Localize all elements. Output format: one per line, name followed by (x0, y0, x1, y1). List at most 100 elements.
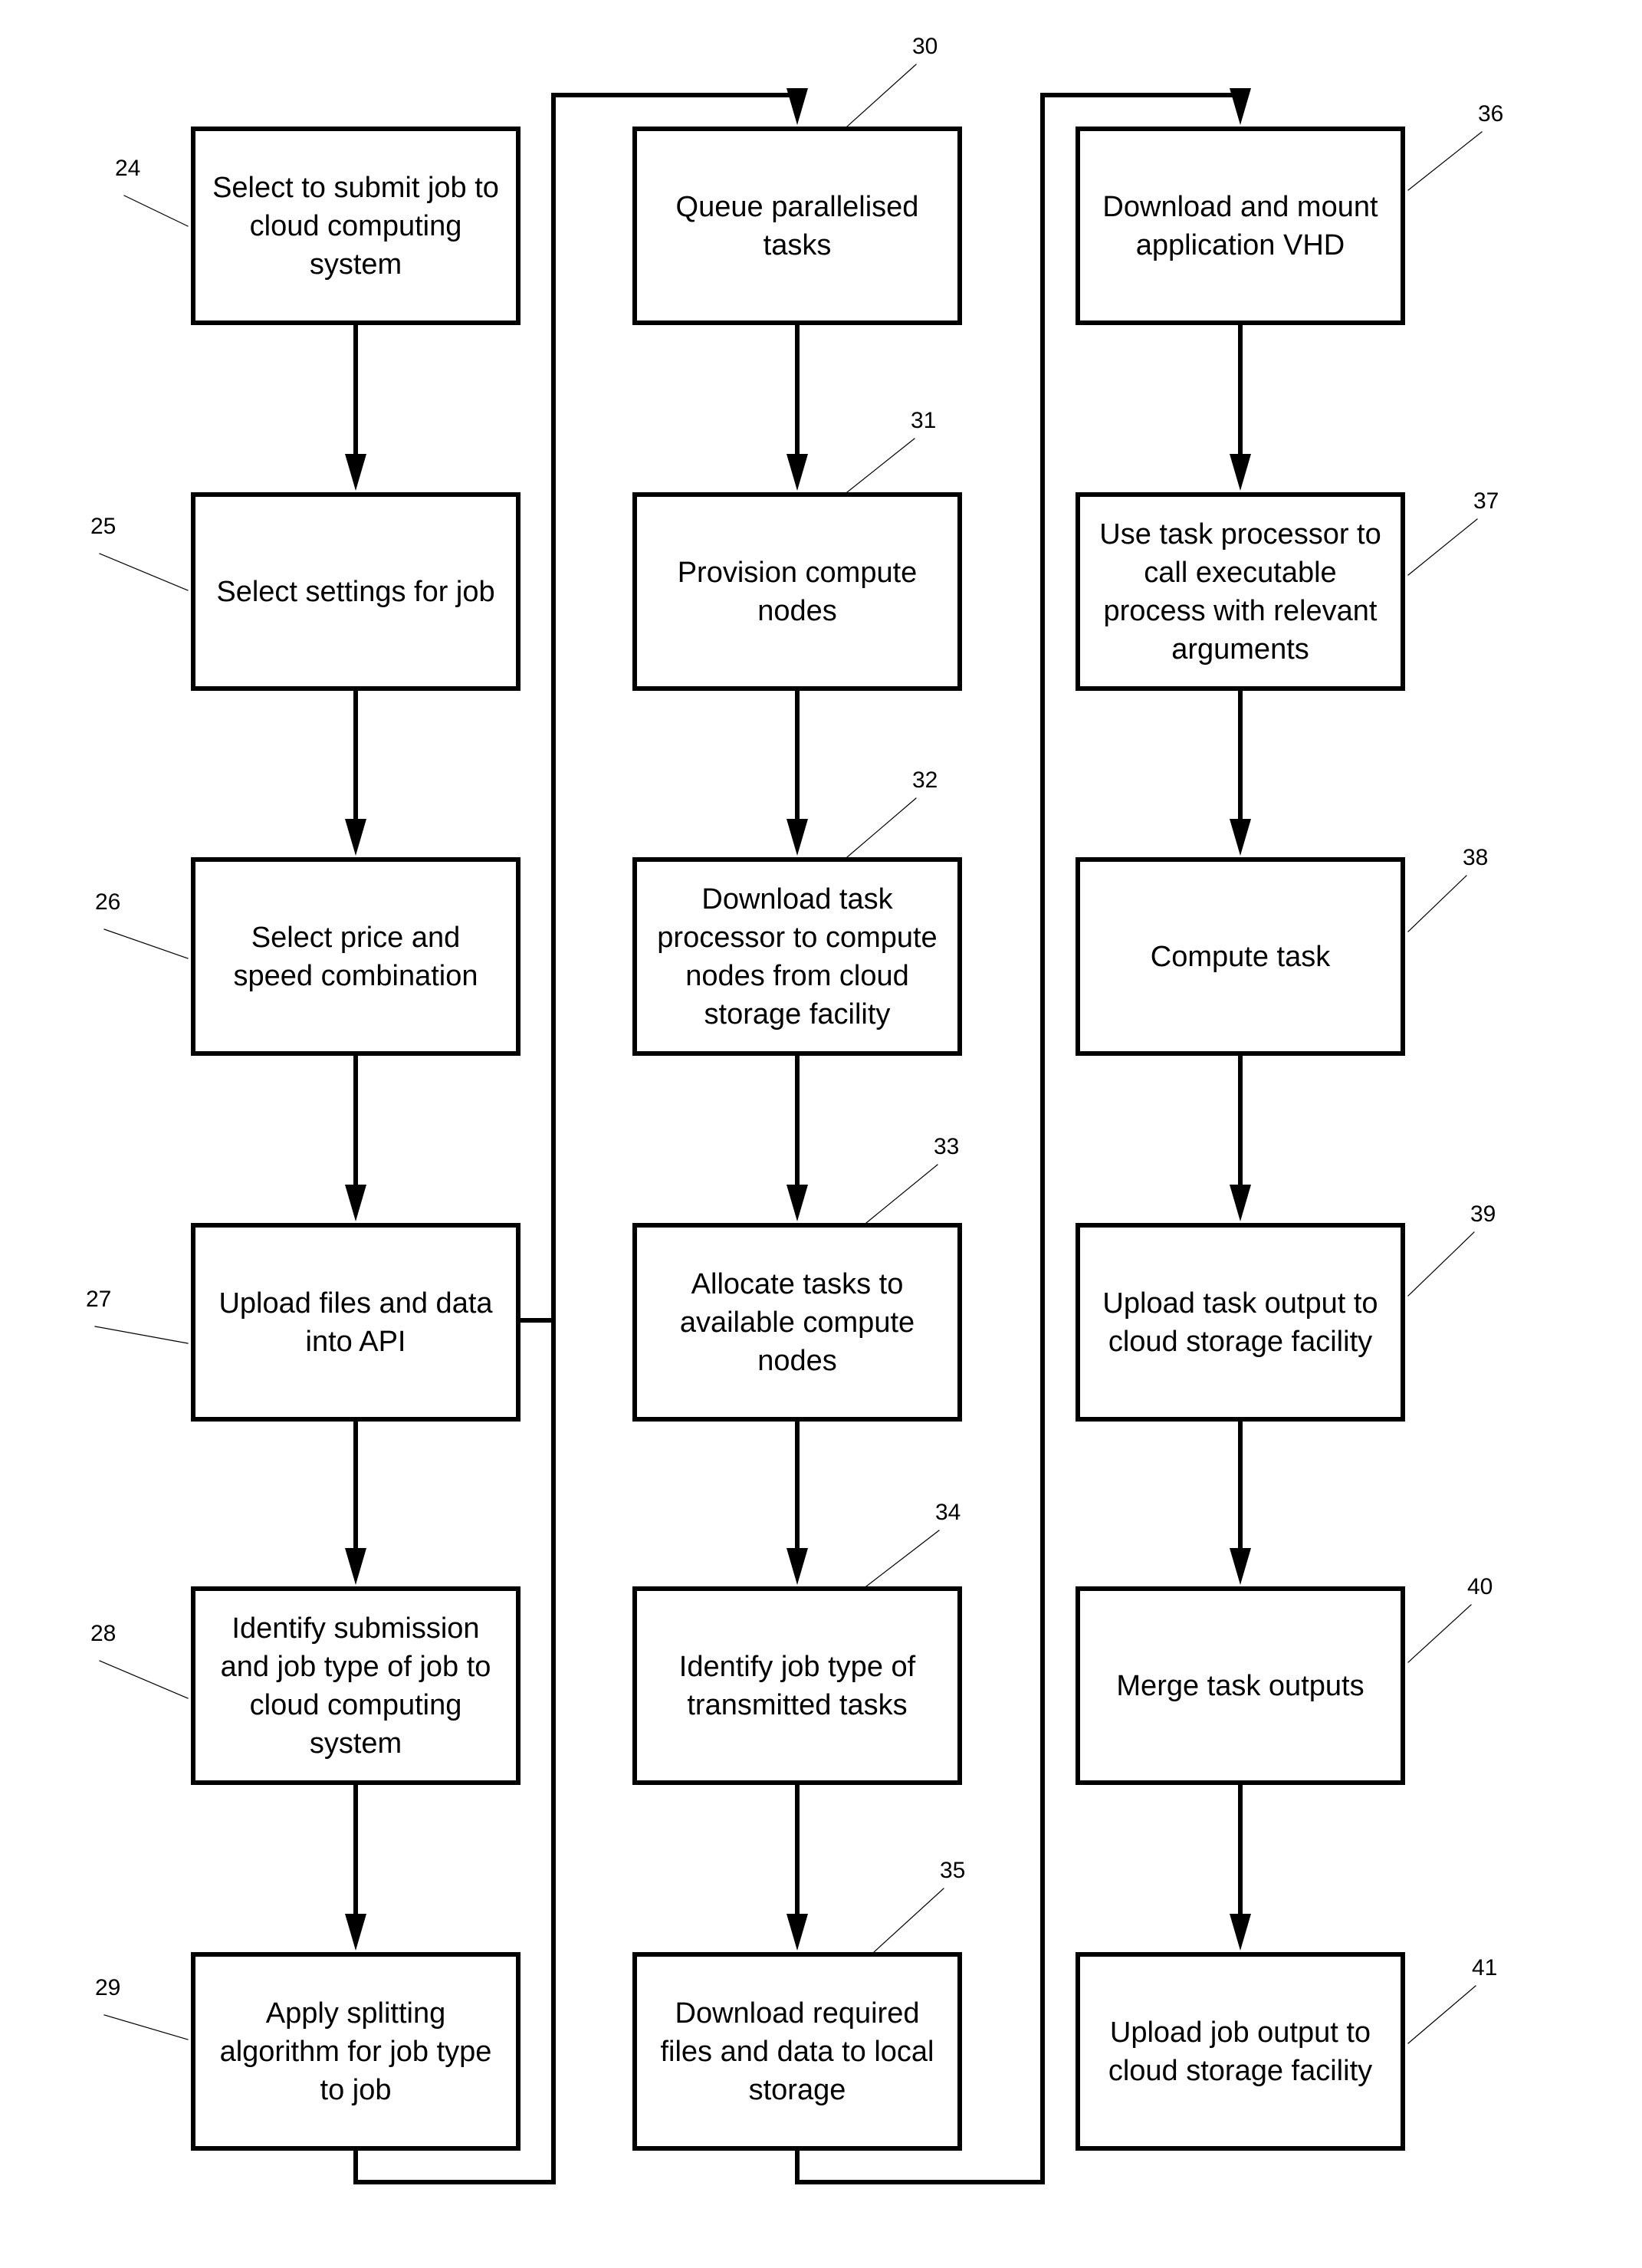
arrowhead-icon (1230, 1548, 1251, 1585)
arrowhead-icon (787, 819, 808, 856)
reference-numeral-34: 34 (935, 1500, 961, 1525)
connector-29-to-30 (353, 93, 800, 2184)
leader-line-27 (94, 1326, 189, 1344)
step-text-line: files and data to local (660, 2035, 934, 2068)
connector-layer (94, 64, 1483, 2184)
process-step-39: Upload task output to cloud storage facil… (1076, 1223, 1405, 1422)
arrowhead-icon (345, 1548, 366, 1585)
process-step-34: Identify job type of transmitted tasks (632, 1586, 962, 1785)
step-text-line: nodes from cloud (685, 959, 909, 992)
step-text-line: speed combination (233, 959, 478, 992)
step-text-line: to job (320, 2073, 392, 2106)
reference-numeral-25: 25 (90, 514, 117, 539)
reference-numeral-38: 38 (1463, 845, 1489, 870)
reference-numeral-29: 29 (95, 1975, 121, 2000)
process-step-32: Download task processor to compute nodes f… (632, 857, 962, 1056)
leader-line-41 (1407, 1985, 1476, 2044)
step-text: Identify submission and job type of job t… (221, 1609, 491, 1763)
reference-numeral-24: 24 (115, 156, 141, 181)
reference-numeral-31: 31 (911, 408, 937, 433)
process-step-35: Download required files and data to local… (632, 1952, 962, 2151)
step-text-line: Compute task (1150, 940, 1331, 973)
step-text-line: cloud storage facility (1108, 1325, 1373, 1358)
arrowhead-icon (1230, 454, 1251, 491)
arrowhead-icon (345, 819, 366, 856)
arrowhead-icon (345, 454, 366, 491)
step-text: Merge task outputs (1116, 1667, 1364, 1705)
reference-numeral-33: 33 (934, 1134, 960, 1159)
process-step-26: Select price and speed combination (191, 857, 521, 1056)
arrowhead-icon (787, 88, 808, 125)
process-step-40: Merge task outputs (1076, 1586, 1405, 1785)
step-text-line: nodes (757, 1344, 837, 1377)
process-step-25: Select settings for job (191, 492, 521, 691)
step-text-line: call executable (1144, 556, 1337, 589)
step-text: Use task processor to call executable proc… (1099, 515, 1381, 669)
step-text: Upload files and data into API (218, 1284, 492, 1361)
process-step-33: Allocate tasks to available compute nodes (632, 1223, 962, 1422)
step-text-line: algorithm for job type (219, 2035, 492, 2068)
step-text: Select settings for job (216, 573, 494, 611)
reference-numeral-27: 27 (86, 1287, 112, 1312)
reference-numeral-35: 35 (940, 1858, 966, 1883)
step-text-line: processor to compute (657, 921, 938, 954)
step-text-line: storage (748, 2073, 846, 2106)
process-step-28: Identify submission and job type of job t… (191, 1586, 521, 1785)
leader-line-25 (99, 553, 189, 591)
step-text-line: application VHD (1135, 228, 1345, 261)
process-step-37: Use task processor to call executable proc… (1076, 492, 1405, 691)
step-text-line: Select to submit job to (212, 171, 499, 204)
reference-numeral-40: 40 (1467, 1574, 1493, 1599)
arrowhead-icon (345, 1185, 366, 1221)
step-text: Select price and speed combination (234, 919, 478, 995)
leader-line-37 (1407, 518, 1478, 576)
step-text-line: Download required (675, 1997, 920, 2030)
leader-line-38 (1407, 875, 1467, 932)
step-text-line: process with relevant (1103, 594, 1378, 627)
step-text-line: Upload task output to (1102, 1287, 1378, 1320)
arrowhead-icon (787, 1548, 808, 1585)
process-step-31: Provision compute nodes (632, 492, 962, 691)
arrowhead-icon (1230, 819, 1251, 856)
process-step-41: Upload job output to cloud storage facili… (1076, 1952, 1405, 2151)
arrowhead-icon (1230, 1185, 1251, 1221)
step-text-line: nodes (757, 594, 837, 627)
step-text-line: Upload job output to (1109, 2016, 1371, 2049)
step-text: Compute task (1151, 938, 1330, 976)
process-step-29: Apply splitting algorithm for job type to … (191, 1952, 521, 2151)
arrowhead-icon (787, 454, 808, 491)
leader-line-36 (1407, 131, 1483, 191)
step-text-line: into API (305, 1325, 406, 1358)
step-text-line: Identify job type of (678, 1650, 916, 1683)
step-text: Select to submit job to cloud computing sy… (212, 169, 499, 284)
step-text-line: tasks (763, 228, 832, 261)
step-text: Download and mount application VHD (1102, 188, 1378, 265)
leader-line-33 (865, 1164, 938, 1224)
step-text: Apply splitting algorithm for job type to … (220, 1994, 492, 2109)
step-text: Provision compute nodes (678, 554, 918, 630)
step-text-line: Upload files and data (218, 1287, 493, 1320)
leader-line-32 (846, 797, 917, 858)
step-text-line: transmitted tasks (687, 1688, 908, 1721)
reference-numeral-37: 37 (1473, 488, 1499, 514)
step-text-line: Allocate tasks to (691, 1267, 904, 1300)
arrowhead-icon (1230, 88, 1251, 125)
arrowhead-icon (787, 1185, 808, 1221)
leader-line-35 (873, 1888, 944, 1953)
step-text-line: Select price and (251, 921, 461, 954)
arrowhead-icon (1230, 1914, 1251, 1951)
reference-numeral-30: 30 (912, 34, 938, 59)
step-text: Upload job output to cloud storage facili… (1108, 2013, 1372, 2090)
step-text-line: Download and mount (1102, 190, 1378, 223)
reference-numeral-26: 26 (95, 889, 121, 915)
step-text-line: arguments (1171, 633, 1309, 666)
reference-numeral-36: 36 (1478, 101, 1504, 127)
process-step-24: Select to submit job to cloud computing sy… (191, 127, 521, 325)
step-text-line: Merge task outputs (1116, 1669, 1365, 1702)
connector-35-to-36 (795, 93, 1243, 2184)
leader-line-24 (123, 195, 189, 227)
step-text-line: Use task processor to (1099, 518, 1381, 551)
leader-line-39 (1407, 1231, 1475, 1297)
process-step-27: Upload files and data into API (191, 1223, 521, 1422)
step-text-line: Identify submission (232, 1612, 480, 1645)
